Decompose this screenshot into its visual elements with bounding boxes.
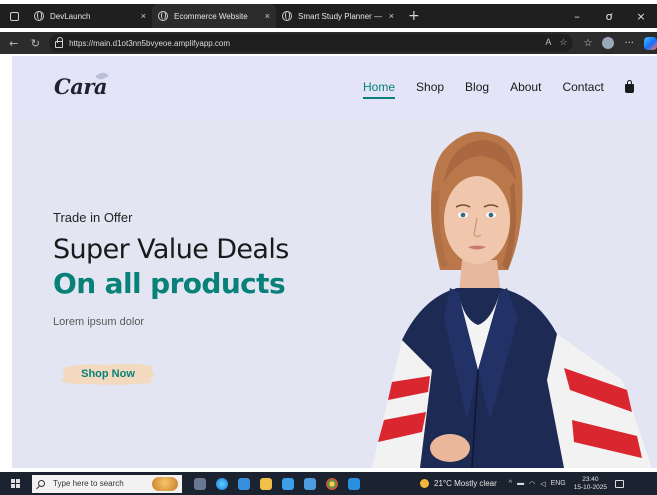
volume-icon[interactable]: ◁ — [540, 480, 545, 488]
battery-icon[interactable]: ▬ — [517, 480, 524, 487]
lock-icon — [55, 37, 64, 48]
shop-now-label: Shop Now — [81, 368, 135, 380]
globe-icon — [34, 11, 44, 21]
shop-now-button[interactable]: Shop Now — [59, 358, 157, 390]
minimize-button[interactable]: – — [561, 10, 593, 23]
browser-toolbar: ← ↻ https://main.d1ot3nn5bvyeoe.amplifya… — [0, 32, 657, 54]
back-arrow-icon[interactable]: ← — [6, 37, 22, 50]
search-highlight-icon — [152, 476, 178, 491]
system-tray: ^ ▬ ◠ ◁ ENG — [509, 480, 566, 488]
tab-ecommerce-website[interactable]: Ecommerce Website × — [152, 4, 276, 28]
notification-icon[interactable] — [615, 479, 624, 488]
browser-tab-strip: DevLaunch × Ecommerce Website × Smart St… — [0, 4, 657, 28]
tab-label: Smart Study Planner — Upgrade — [298, 11, 383, 21]
favorite-star-icon[interactable]: ☆ — [559, 37, 567, 48]
favorites-icon[interactable]: ☆ — [583, 38, 592, 49]
site-header: Cara Home Shop Blog About Contact — [12, 56, 657, 120]
more-options-icon[interactable]: ··· — [624, 38, 634, 49]
close-window-button[interactable]: × — [625, 10, 657, 23]
nav-about[interactable]: About — [510, 80, 541, 94]
restore-button[interactable]: ơ — [593, 10, 625, 23]
nav-shop[interactable]: Shop — [416, 80, 444, 94]
task-view-icon[interactable] — [194, 477, 206, 490]
tray-chevron-up-icon[interactable]: ^ — [509, 480, 512, 487]
hero-text: Trade in Offer Super Value Deals On all … — [53, 210, 289, 328]
globe-icon — [282, 11, 292, 21]
windows-start-icon[interactable] — [11, 479, 20, 488]
store-icon[interactable] — [282, 477, 294, 490]
taskbar-clock[interactable]: 23:40 15-10-2025 — [574, 476, 607, 492]
hero-body: Lorem ipsum dolor — [53, 316, 145, 328]
tab-close-icon[interactable]: × — [265, 11, 270, 21]
profile-avatar-icon[interactable] — [602, 37, 615, 49]
network-icon[interactable]: ◠ — [529, 480, 535, 488]
search-icon — [38, 480, 45, 487]
mail-icon[interactable] — [304, 477, 316, 490]
globe-icon — [158, 11, 168, 21]
tab-label: Ecommerce Website — [174, 11, 248, 21]
weather-moon-icon — [420, 479, 429, 488]
address-bar[interactable]: https://main.d1ot3nn5bvyeoe.amplifyapp.c… — [49, 34, 574, 52]
taskbar-search-input[interactable]: Type here to search — [32, 474, 182, 493]
read-aloud-icon[interactable]: A — [545, 37, 551, 48]
hero-subheadline: On all products — [53, 267, 286, 300]
weather-widget[interactable]: 21°C Mostly clear — [420, 479, 497, 488]
edge-browser-icon[interactable] — [216, 477, 228, 490]
taskbar-pinned-apps — [194, 477, 360, 490]
copilot-icon[interactable] — [644, 36, 657, 50]
tab-actions-button[interactable] — [0, 4, 28, 28]
hero-model-image — [372, 131, 652, 468]
tab-close-icon[interactable]: × — [389, 11, 394, 21]
language-indicator[interactable]: ENG — [551, 480, 566, 487]
hero-kicker: Trade in Offer — [53, 210, 133, 225]
file-explorer-icon[interactable] — [260, 477, 272, 490]
windows-taskbar: Type here to search 21°C Mostly clear ^ … — [0, 472, 657, 495]
nav-blog[interactable]: Blog — [465, 80, 489, 94]
clock-time: 23:40 — [582, 475, 599, 483]
tab-smart-study-planner[interactable]: Smart Study Planner — Upgrade × — [276, 4, 400, 28]
refresh-icon[interactable]: ↻ — [28, 37, 44, 50]
chrome-icon[interactable] — [326, 477, 338, 490]
main-nav: Home Shop Blog About Contact — [363, 79, 634, 99]
tab-label: DevLaunch — [50, 11, 91, 21]
weather-text: 21°C Mostly clear — [434, 479, 497, 488]
tab-actions-icon — [9, 11, 19, 21]
tab-close-icon[interactable]: × — [141, 11, 146, 21]
hero-headline: Super Value Deals — [53, 234, 289, 265]
vscode-icon[interactable] — [348, 477, 360, 490]
shopping-bag-icon[interactable] — [624, 79, 634, 93]
copilot-app-icon[interactable] — [238, 477, 250, 490]
window-controls: – ơ × — [561, 4, 657, 28]
address-bar-actions: A ☆ — [545, 37, 567, 48]
tab-devlaunch[interactable]: DevLaunch × — [28, 4, 152, 28]
url-text: https://main.d1ot3nn5bvyeoe.amplifyapp.c… — [69, 38, 231, 48]
nav-home[interactable]: Home — [363, 80, 396, 99]
new-tab-button[interactable]: + — [408, 9, 420, 23]
hero-section: Trade in Offer Super Value Deals On all … — [12, 120, 657, 468]
clock-date: 15-10-2025 — [573, 483, 607, 491]
nav-contact[interactable]: Contact — [562, 80, 603, 94]
toolbar-right: ☆ ··· — [583, 36, 657, 50]
taskbar-search-placeholder: Type here to search — [53, 479, 124, 488]
